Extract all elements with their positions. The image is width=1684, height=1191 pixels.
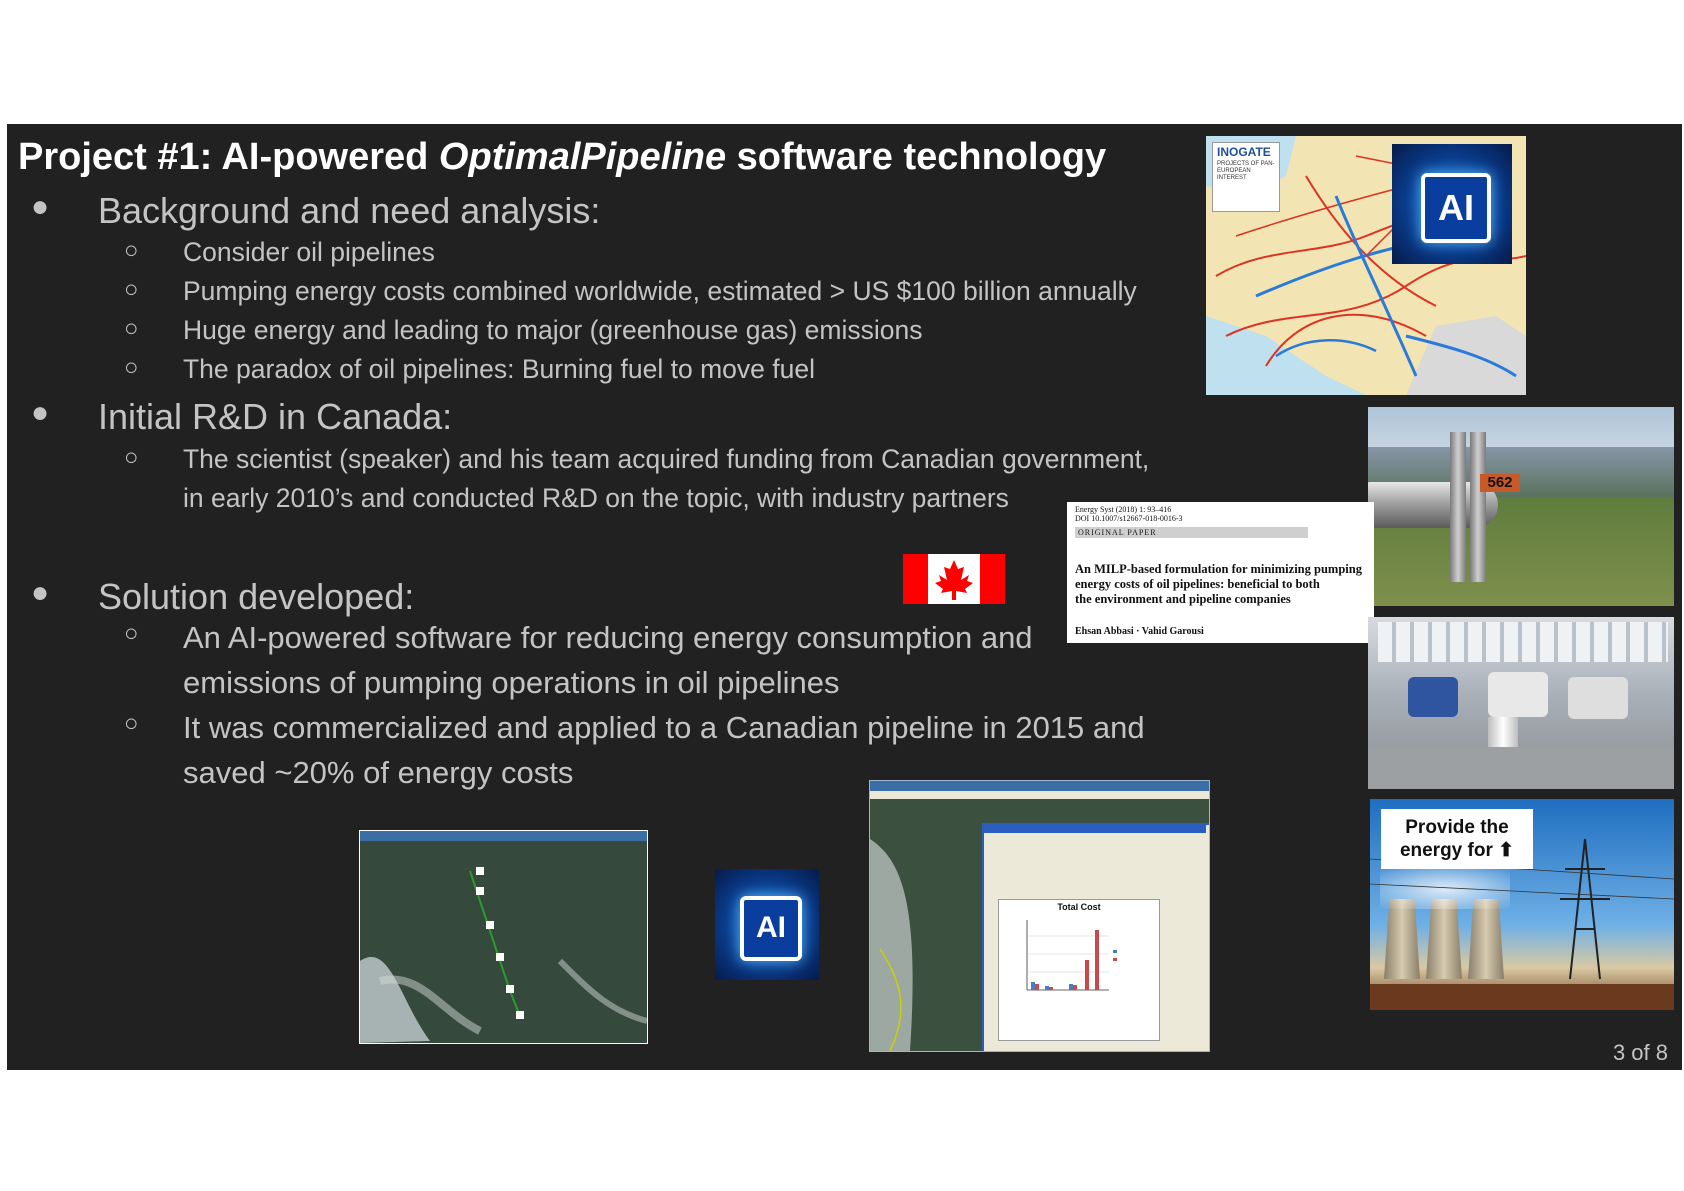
power-caption: Provide the energy for ⬆ xyxy=(1381,809,1533,869)
chart-panel: Total Cost xyxy=(998,899,1160,1041)
section-heading: Initial R&D in Canada: xyxy=(98,396,453,437)
section-heading: Solution developed: xyxy=(98,576,415,617)
window-titlebar xyxy=(360,831,647,841)
sub-bullet-icon: ○ xyxy=(124,710,139,737)
ai-chip-icon: AI xyxy=(1392,144,1512,264)
page-number: 3 of 8 xyxy=(1612,1040,1668,1065)
map-caption: PROJECTS OF PAN-EUROPEAN INTEREST xyxy=(1217,161,1275,181)
title-product-name: OptimalPipeline xyxy=(438,136,727,178)
title-prefix: Project #1: AI-powered xyxy=(18,136,439,178)
maple-leaf-icon xyxy=(935,560,973,600)
paper-authors: Ehsan Abbasi · Vahid Garousi xyxy=(1075,626,1204,637)
sub-bullet-icon: ○ xyxy=(124,620,139,647)
ai-chip-icon: AI xyxy=(715,869,819,980)
canada-flag-icon xyxy=(903,554,1005,604)
bullet-icon: ● xyxy=(31,396,50,429)
window-menubar xyxy=(870,791,1209,799)
window-titlebar xyxy=(870,781,1209,791)
pump-station-photo xyxy=(1368,617,1674,789)
chart-dialog: Total Cost xyxy=(982,823,1209,1051)
europe-pipeline-map: INOGATE PROJECTS OF PAN-EUROPEAN INTERES… xyxy=(1206,136,1526,395)
optimalpipeline-app-screenshot: Total Cost xyxy=(869,780,1210,1052)
pipeline-landscape-photo: 562 xyxy=(1368,407,1674,606)
sub-bullet-icon: ○ xyxy=(124,354,139,381)
title-suffix: software technology xyxy=(726,136,1107,178)
section-heading: Background and need analysis: xyxy=(98,190,601,231)
sub-bullet-icon: ○ xyxy=(124,315,139,342)
map-legend-box: INOGATE PROJECTS OF PAN-EUROPEAN INTERES… xyxy=(1212,142,1280,212)
sub-bullet-icon: ○ xyxy=(124,237,139,264)
pipeline-marker-sign: 562 xyxy=(1480,474,1520,492)
sub-bullet-icon: ○ xyxy=(124,276,139,303)
bullet-icon: ● xyxy=(31,190,50,223)
power-plant-photo: Provide the energy for ⬆ xyxy=(1370,799,1674,1010)
slide: Project #1: AI-powered OptimalPipeline s… xyxy=(7,124,1682,1070)
satellite-map xyxy=(360,841,647,1043)
paper-label: ORIGINAL PAPER xyxy=(1075,527,1308,538)
bar-chart xyxy=(1026,920,1117,991)
bullet-icon: ● xyxy=(31,576,50,609)
slide-title: Project #1: AI-powered OptimalPipeline s… xyxy=(18,136,1106,179)
sub-bullet-icon: ○ xyxy=(124,444,139,471)
inogate-logo: INOGATE xyxy=(1217,145,1271,159)
map-software-screenshot xyxy=(359,830,648,1044)
research-paper-excerpt: Energy Syst (2018) 1: 93–416 DOI 10.1007… xyxy=(1067,502,1374,643)
